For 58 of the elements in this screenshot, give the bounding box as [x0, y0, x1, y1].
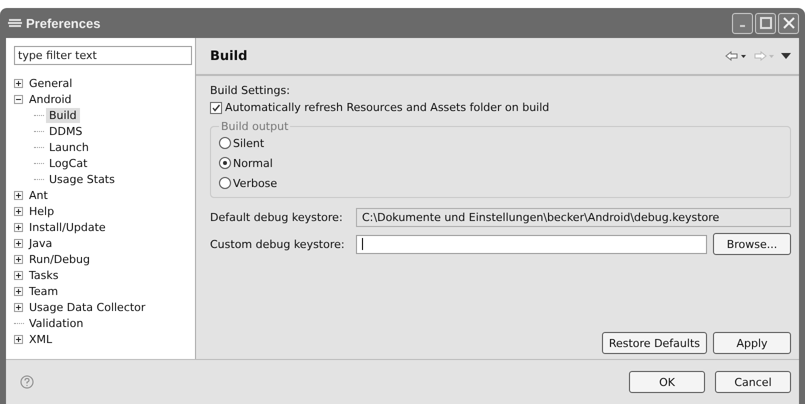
- ok-button[interactable]: OK: [629, 371, 705, 393]
- expand-icon[interactable]: [14, 190, 23, 200]
- tree-item[interactable]: Usage Data Collector: [26, 300, 148, 314]
- expand-icon[interactable]: [14, 302, 23, 312]
- group-legend: Build output: [219, 120, 290, 133]
- radio-label: Silent: [233, 136, 264, 150]
- window-title: Preferences: [26, 16, 100, 30]
- close-icon: [782, 17, 794, 29]
- tree-item[interactable]: Android: [26, 92, 75, 106]
- menu-icon[interactable]: [781, 53, 791, 59]
- tree-item[interactable]: General: [26, 76, 76, 90]
- radio-label: Verbose: [233, 176, 278, 190]
- minimize-button[interactable]: [732, 12, 753, 34]
- keystore-field[interactable]: [356, 234, 707, 254]
- back-icon[interactable]: [725, 51, 747, 61]
- expand-icon[interactable]: [14, 254, 23, 264]
- radio-button[interactable]: [219, 137, 231, 149]
- help-icon[interactable]: [20, 375, 34, 389]
- field-label: Custom debug keystore:: [210, 238, 346, 250]
- expand-icon[interactable]: [14, 286, 23, 296]
- cancel-button[interactable]: Cancel: [715, 371, 791, 393]
- browse-button[interactable]: Browse...: [713, 233, 791, 255]
- restore-defaults-button[interactable]: Restore Defaults: [602, 332, 707, 354]
- radio-label: Normal: [233, 156, 273, 170]
- tree-item[interactable]: Java: [26, 236, 56, 250]
- expand-icon[interactable]: [14, 270, 23, 280]
- close-button[interactable]: [778, 12, 799, 34]
- expand-icon[interactable]: [14, 206, 23, 216]
- expand-icon[interactable]: [14, 334, 23, 344]
- expand-icon[interactable]: [14, 222, 23, 232]
- maximize-icon: [760, 17, 772, 29]
- maximize-button[interactable]: [755, 12, 776, 34]
- radio-button[interactable]: [219, 157, 231, 169]
- app-icon: [8, 18, 22, 28]
- tree-item[interactable]: Ant: [26, 188, 51, 202]
- tree-item[interactable]: Validation: [26, 316, 86, 330]
- filter-field[interactable]: type filter text: [14, 46, 192, 65]
- field-label: Default debug keystore:: [210, 211, 344, 224]
- tree-item[interactable]: LogCat: [46, 156, 90, 170]
- checkbox[interactable]: [210, 102, 222, 114]
- tree-item[interactable]: Install/Update: [26, 220, 109, 234]
- expand-icon[interactable]: [14, 78, 23, 88]
- radio-button[interactable]: [219, 177, 231, 189]
- tree-item[interactable]: XML: [26, 332, 56, 346]
- collapse-icon[interactable]: [14, 94, 23, 104]
- tree-item[interactable]: Run/Debug: [26, 252, 93, 266]
- tree-item[interactable]: Team: [26, 284, 62, 298]
- tree-item[interactable]: Build: [46, 108, 80, 122]
- page-title: Build: [210, 48, 248, 64]
- apply-button[interactable]: Apply: [713, 332, 791, 354]
- tree-item[interactable]: DDMS: [46, 124, 86, 138]
- section-label: Build Settings:: [210, 84, 291, 97]
- checkbox-label: Automatically refresh Resources and Assets folder on build: [225, 101, 550, 114]
- tree-item[interactable]: Help: [26, 204, 58, 218]
- tree-item[interactable]: Launch: [46, 140, 92, 154]
- tree-item[interactable]: Usage Stats: [46, 172, 118, 186]
- tree-item[interactable]: Tasks: [26, 268, 62, 282]
- expand-icon[interactable]: [14, 238, 23, 248]
